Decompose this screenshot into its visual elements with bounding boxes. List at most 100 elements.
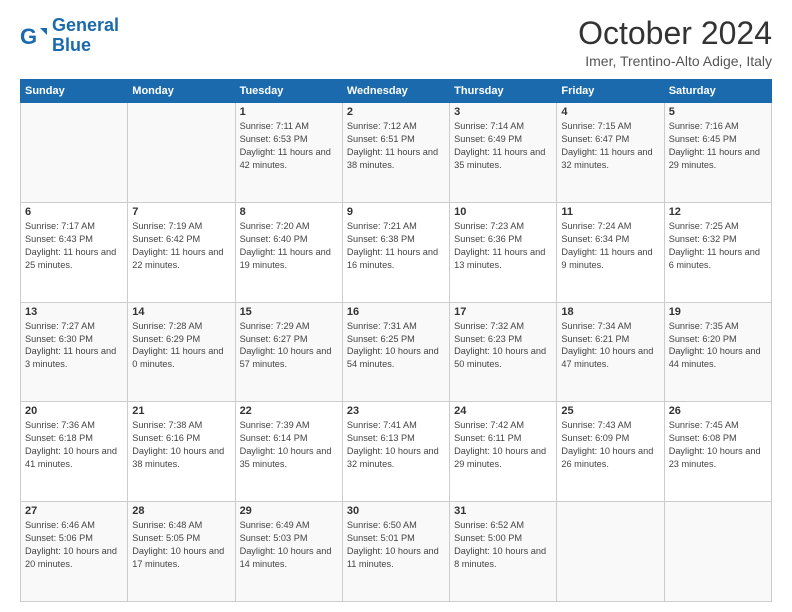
logo-blue: Blue <box>52 35 91 55</box>
day-info: Sunrise: 7:38 AMSunset: 6:16 PMDaylight:… <box>132 419 230 471</box>
logo-general: General <box>52 15 119 35</box>
day-info: Sunrise: 7:45 AMSunset: 6:08 PMDaylight:… <box>669 419 767 471</box>
day-number: 13 <box>25 306 123 318</box>
day-info: Sunrise: 7:15 AMSunset: 6:47 PMDaylight:… <box>561 120 659 172</box>
day-number: 21 <box>132 405 230 417</box>
calendar-cell: 20Sunrise: 7:36 AMSunset: 6:18 PMDayligh… <box>21 402 128 502</box>
day-number: 19 <box>669 306 767 318</box>
day-number: 7 <box>132 206 230 218</box>
calendar-cell: 16Sunrise: 7:31 AMSunset: 6:25 PMDayligh… <box>342 302 449 402</box>
day-info: Sunrise: 7:16 AMSunset: 6:45 PMDaylight:… <box>669 120 767 172</box>
calendar-cell: 12Sunrise: 7:25 AMSunset: 6:32 PMDayligh… <box>664 202 771 302</box>
day-info: Sunrise: 7:42 AMSunset: 6:11 PMDaylight:… <box>454 419 552 471</box>
calendar-cell <box>21 103 128 203</box>
calendar-cell: 31Sunrise: 6:52 AMSunset: 5:00 PMDayligh… <box>450 502 557 602</box>
calendar-cell: 9 Sunrise: 7:21 AMSunset: 6:38 PMDaylight… <box>342 202 449 302</box>
day-number: 23 <box>347 405 445 417</box>
day-number: 20 <box>25 405 123 417</box>
calendar-cell: 14Sunrise: 7:28 AMSunset: 6:29 PMDayligh… <box>128 302 235 402</box>
header-day-thursday: Thursday <box>450 80 557 103</box>
calendar-cell: 27 Sunrise: 6:46 AMSunset: 5:06 PMDayligh… <box>21 502 128 602</box>
header-day-friday: Friday <box>557 80 664 103</box>
day-number: 18 <box>561 306 659 318</box>
day-number: 8 <box>240 206 338 218</box>
header-day-wednesday: Wednesday <box>342 80 449 103</box>
calendar-cell: 1 Sunrise: 7:11 AMSunset: 6:53 PMDaylight… <box>235 103 342 203</box>
calendar-table: SundayMondayTuesdayWednesdayThursdayFrid… <box>20 79 772 602</box>
title-block: October 2024 Imer, Trentino-Alto Adige, … <box>578 16 772 69</box>
calendar-cell: 5 Sunrise: 7:16 AMSunset: 6:45 PMDaylight… <box>664 103 771 203</box>
calendar-cell: 17 Sunrise: 7:32 AMSunset: 6:23 PMDayligh… <box>450 302 557 402</box>
calendar-cell: 29 Sunrise: 6:49 AMSunset: 5:03 PMDayligh… <box>235 502 342 602</box>
day-info: Sunrise: 7:17 AMSunset: 6:43 PMDaylight:… <box>25 220 123 272</box>
week-row-5: 27 Sunrise: 6:46 AMSunset: 5:06 PMDayligh… <box>21 502 772 602</box>
day-info: Sunrise: 6:49 AMSunset: 5:03 PMDaylight:… <box>240 519 338 571</box>
calendar-cell: 15 Sunrise: 7:29 AMSunset: 6:27 PMDayligh… <box>235 302 342 402</box>
day-info: Sunrise: 7:12 AMSunset: 6:51 PMDaylight:… <box>347 120 445 172</box>
calendar-cell: 2Sunrise: 7:12 AMSunset: 6:51 PMDaylight… <box>342 103 449 203</box>
day-number: 12 <box>669 206 767 218</box>
svg-text:G: G <box>20 24 37 49</box>
header-day-saturday: Saturday <box>664 80 771 103</box>
day-number: 1 <box>240 106 338 118</box>
calendar-cell <box>128 103 235 203</box>
day-number: 25 <box>561 405 659 417</box>
day-number: 24 <box>454 405 552 417</box>
calendar-cell: 11Sunrise: 7:24 AMSunset: 6:34 PMDayligh… <box>557 202 664 302</box>
day-info: Sunrise: 7:19 AMSunset: 6:42 PMDaylight:… <box>132 220 230 272</box>
day-number: 3 <box>454 106 552 118</box>
calendar-cell <box>557 502 664 602</box>
day-number: 22 <box>240 405 338 417</box>
day-info: Sunrise: 6:48 AMSunset: 5:05 PMDaylight:… <box>132 519 230 571</box>
calendar-cell: 26 Sunrise: 7:45 AMSunset: 6:08 PMDayligh… <box>664 402 771 502</box>
day-info: Sunrise: 7:28 AMSunset: 6:29 PMDaylight:… <box>132 320 230 372</box>
calendar-cell: 23 Sunrise: 7:41 AMSunset: 6:13 PMDayligh… <box>342 402 449 502</box>
day-number: 6 <box>25 206 123 218</box>
header-day-sunday: Sunday <box>21 80 128 103</box>
day-number: 9 <box>347 206 445 218</box>
day-info: Sunrise: 7:32 AMSunset: 6:23 PMDaylight:… <box>454 320 552 372</box>
day-info: Sunrise: 7:35 AMSunset: 6:20 PMDaylight:… <box>669 320 767 372</box>
calendar-cell: 25Sunrise: 7:43 AMSunset: 6:09 PMDayligh… <box>557 402 664 502</box>
day-number: 5 <box>669 106 767 118</box>
calendar-cell: 3 Sunrise: 7:14 AMSunset: 6:49 PMDaylight… <box>450 103 557 203</box>
day-number: 29 <box>240 505 338 517</box>
location: Imer, Trentino-Alto Adige, Italy <box>578 53 772 69</box>
calendar-cell: 18 Sunrise: 7:34 AMSunset: 6:21 PMDayligh… <box>557 302 664 402</box>
day-number: 26 <box>669 405 767 417</box>
day-info: Sunrise: 7:20 AMSunset: 6:40 PMDaylight:… <box>240 220 338 272</box>
day-number: 15 <box>240 306 338 318</box>
week-row-4: 20Sunrise: 7:36 AMSunset: 6:18 PMDayligh… <box>21 402 772 502</box>
calendar-cell: 24 Sunrise: 7:42 AMSunset: 6:11 PMDayligh… <box>450 402 557 502</box>
day-number: 17 <box>454 306 552 318</box>
header-day-tuesday: Tuesday <box>235 80 342 103</box>
day-number: 27 <box>25 505 123 517</box>
calendar-cell: 7 Sunrise: 7:19 AMSunset: 6:42 PMDaylight… <box>128 202 235 302</box>
calendar-cell <box>664 502 771 602</box>
day-number: 28 <box>132 505 230 517</box>
logo-text: General Blue <box>52 16 119 56</box>
calendar-cell: 6 Sunrise: 7:17 AMSunset: 6:43 PMDaylight… <box>21 202 128 302</box>
day-info: Sunrise: 7:39 AMSunset: 6:14 PMDaylight:… <box>240 419 338 471</box>
day-info: Sunrise: 6:46 AMSunset: 5:06 PMDaylight:… <box>25 519 123 571</box>
day-info: Sunrise: 7:31 AMSunset: 6:25 PMDaylight:… <box>347 320 445 372</box>
day-info: Sunrise: 7:21 AMSunset: 6:38 PMDaylight:… <box>347 220 445 272</box>
calendar-body: 1 Sunrise: 7:11 AMSunset: 6:53 PMDaylight… <box>21 103 772 602</box>
header: G General Blue October 2024 Imer, Trenti… <box>20 16 772 69</box>
day-info: Sunrise: 6:52 AMSunset: 5:00 PMDaylight:… <box>454 519 552 571</box>
day-info: Sunrise: 7:41 AMSunset: 6:13 PMDaylight:… <box>347 419 445 471</box>
header-row: SundayMondayTuesdayWednesdayThursdayFrid… <box>21 80 772 103</box>
header-day-monday: Monday <box>128 80 235 103</box>
day-info: Sunrise: 7:11 AMSunset: 6:53 PMDaylight:… <box>240 120 338 172</box>
day-info: Sunrise: 7:29 AMSunset: 6:27 PMDaylight:… <box>240 320 338 372</box>
calendar-cell: 21 Sunrise: 7:38 AMSunset: 6:16 PMDayligh… <box>128 402 235 502</box>
week-row-1: 1 Sunrise: 7:11 AMSunset: 6:53 PMDaylight… <box>21 103 772 203</box>
calendar-cell: 30Sunrise: 6:50 AMSunset: 5:01 PMDayligh… <box>342 502 449 602</box>
day-info: Sunrise: 7:34 AMSunset: 6:21 PMDaylight:… <box>561 320 659 372</box>
day-info: Sunrise: 6:50 AMSunset: 5:01 PMDaylight:… <box>347 519 445 571</box>
calendar-cell: 28 Sunrise: 6:48 AMSunset: 5:05 PMDayligh… <box>128 502 235 602</box>
day-info: Sunrise: 7:24 AMSunset: 6:34 PMDaylight:… <box>561 220 659 272</box>
day-info: Sunrise: 7:14 AMSunset: 6:49 PMDaylight:… <box>454 120 552 172</box>
logo: G General Blue <box>20 16 119 56</box>
week-row-3: 13Sunrise: 7:27 AMSunset: 6:30 PMDayligh… <box>21 302 772 402</box>
